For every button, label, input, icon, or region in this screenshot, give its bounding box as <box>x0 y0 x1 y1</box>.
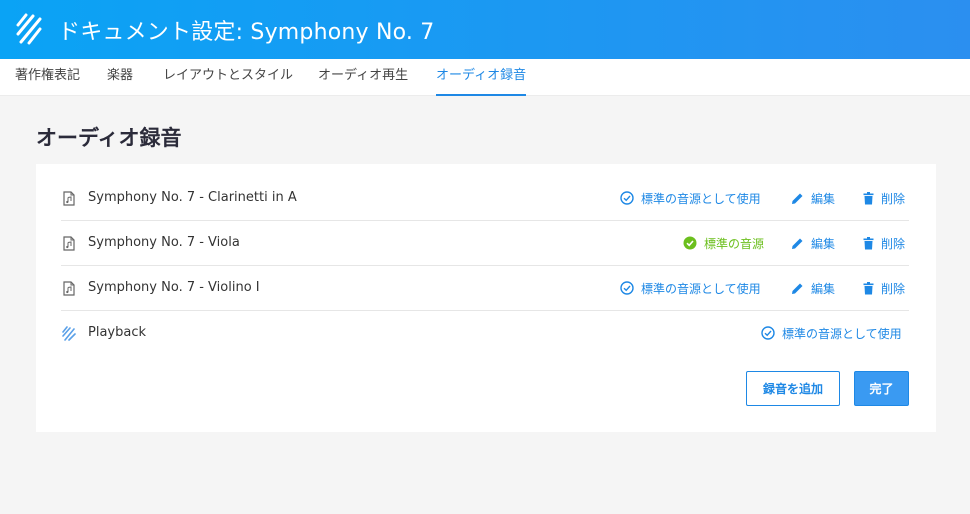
recording-row: Symphony No. 7 - Viola 標準の音源 編集 削除 <box>61 221 909 266</box>
check-circle-icon <box>620 281 634 295</box>
tab-instruments[interactable]: 楽器 <box>107 59 133 96</box>
delete-label: 削除 <box>881 281 906 296</box>
default-status-badge: 標準の音源 <box>683 234 764 252</box>
trash-icon <box>863 191 874 204</box>
delete-button[interactable]: 削除 <box>863 189 905 207</box>
playback-stripes-icon <box>62 326 76 341</box>
edit-label: 編集 <box>811 191 836 206</box>
settings-tabs: 著作権表記 楽器 レイアウトとスタイル オーディオ再生 オーディオ録音 <box>0 59 970 96</box>
add-recording-button[interactable]: 録音を追加 <box>746 371 840 406</box>
trash-icon <box>863 281 874 294</box>
default-status-label: 標準の音源 <box>704 236 765 251</box>
recording-name: Playback <box>88 325 147 340</box>
tab-audio-recording[interactable]: オーディオ録音 <box>436 59 527 96</box>
edit-button[interactable]: 編集 <box>791 279 835 297</box>
delete-label: 削除 <box>881 191 906 206</box>
set-default-label: 標準の音源として使用 <box>641 191 761 206</box>
check-circle-filled-icon <box>683 236 697 250</box>
audio-file-icon <box>63 281 75 296</box>
pencil-icon <box>792 193 803 204</box>
recording-name: Symphony No. 7 - Violino I <box>88 280 260 295</box>
recording-row-playback: Playback 標準の音源として使用 <box>61 311 909 356</box>
delete-button[interactable]: 削除 <box>863 234 905 252</box>
set-default-button[interactable]: 標準の音源として使用 <box>620 279 761 297</box>
tab-layout-style[interactable]: レイアウトとスタイル <box>163 59 293 96</box>
set-default-label: 標準の音源として使用 <box>782 326 902 341</box>
page-title: ドキュメント設定: Symphony No. 7 <box>58 20 435 45</box>
edit-label: 編集 <box>811 281 836 296</box>
edit-button[interactable]: 編集 <box>791 234 835 252</box>
recording-name: Symphony No. 7 - Viola <box>88 235 240 250</box>
set-default-button[interactable]: 標準の音源として使用 <box>761 324 902 342</box>
edit-label: 編集 <box>811 236 836 251</box>
check-circle-icon <box>761 326 775 340</box>
pencil-icon <box>792 283 803 294</box>
delete-button[interactable]: 削除 <box>863 279 905 297</box>
tab-copyright[interactable]: 著作権表記 <box>15 59 80 96</box>
trash-icon <box>863 236 874 249</box>
recording-row: Symphony No. 7 - Violino I 標準の音源として使用 編集… <box>61 266 909 311</box>
audio-file-icon <box>63 191 75 206</box>
done-button[interactable]: 完了 <box>854 371 909 406</box>
app-header: ドキュメント設定: Symphony No. 7 <box>0 0 970 59</box>
audio-file-icon <box>63 236 75 251</box>
stripes-logo-icon <box>16 13 42 45</box>
tab-audio-playback[interactable]: オーディオ再生 <box>318 59 408 96</box>
check-circle-icon <box>620 191 634 205</box>
pencil-icon <box>792 238 803 249</box>
section-title: オーディオ録音 <box>36 126 182 150</box>
recordings-panel: Symphony No. 7 - Clarinetti in A 標準の音源とし… <box>36 164 936 432</box>
recording-name: Symphony No. 7 - Clarinetti in A <box>88 190 297 205</box>
recording-row: Symphony No. 7 - Clarinetti in A 標準の音源とし… <box>61 176 909 221</box>
delete-label: 削除 <box>881 236 906 251</box>
set-default-button[interactable]: 標準の音源として使用 <box>620 189 761 207</box>
edit-button[interactable]: 編集 <box>791 189 835 207</box>
set-default-label: 標準の音源として使用 <box>641 281 761 296</box>
